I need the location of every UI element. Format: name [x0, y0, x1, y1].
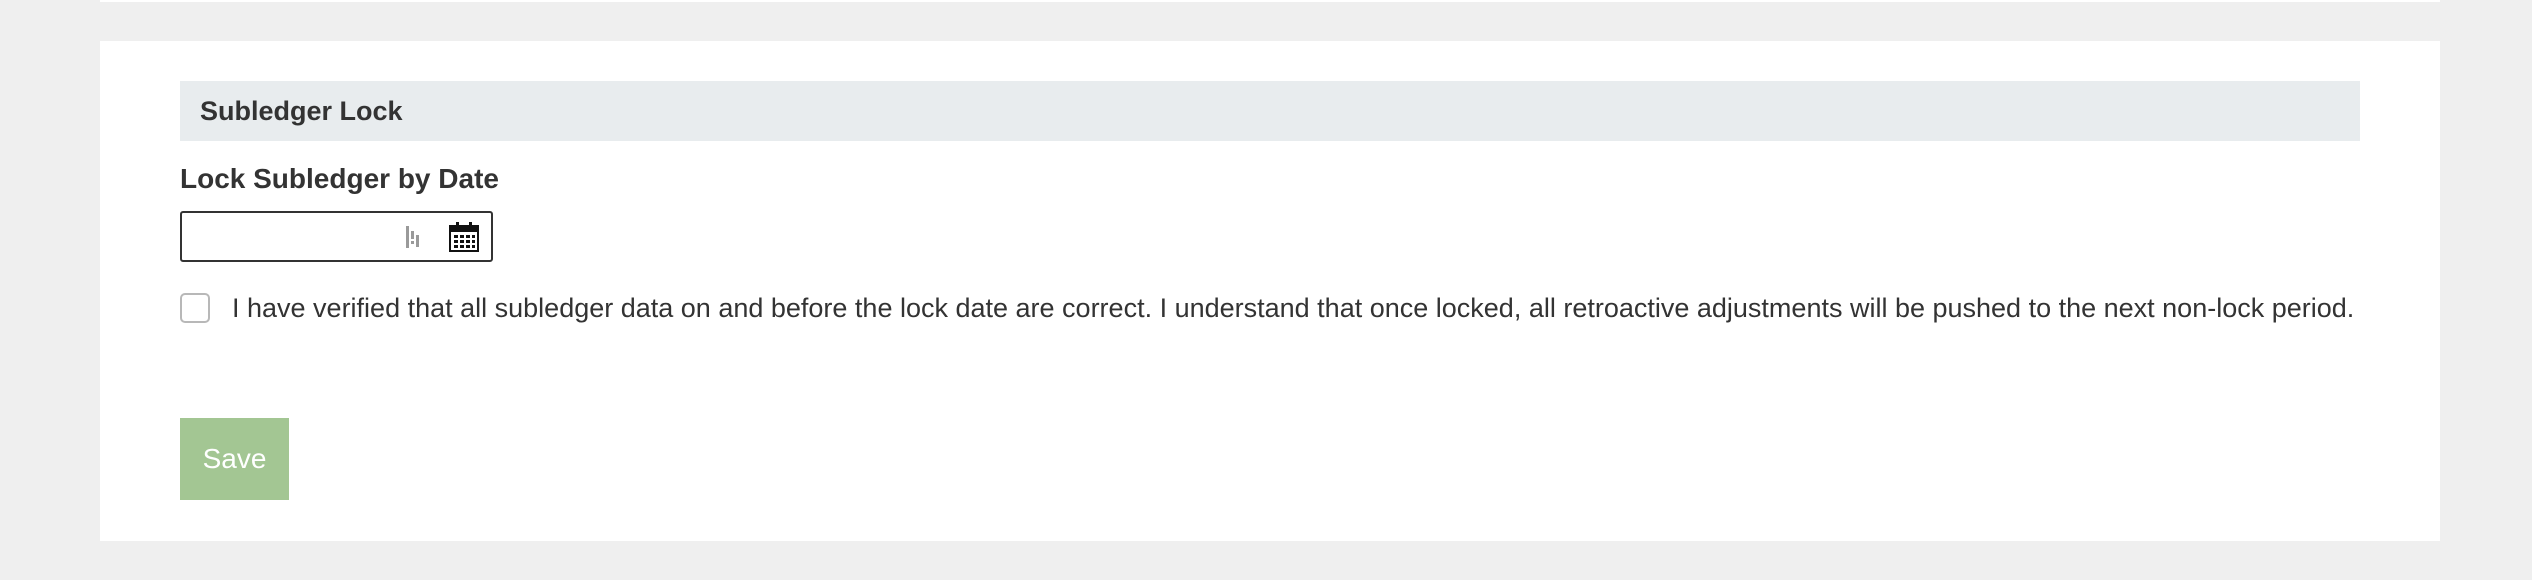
previous-panel-edge: [100, 0, 2440, 2]
section-title: Subledger Lock: [200, 95, 403, 126]
save-button[interactable]: Save: [180, 418, 289, 500]
confirmation-text: I have verified that all subledger data …: [232, 293, 2355, 323]
lock-date-label: Lock Subledger by Date: [180, 163, 499, 194]
section-header: Subledger Lock: [180, 81, 2360, 141]
lock-date-picker: [180, 211, 493, 262]
clear-icon[interactable]: [404, 225, 426, 249]
confirmation-checkbox[interactable]: [180, 293, 210, 323]
subledger-lock-panel: Subledger Lock Lock Subledger by Date I …: [100, 41, 2440, 541]
calendar-icon[interactable]: [448, 221, 480, 253]
lock-date-input[interactable]: [182, 213, 402, 260]
